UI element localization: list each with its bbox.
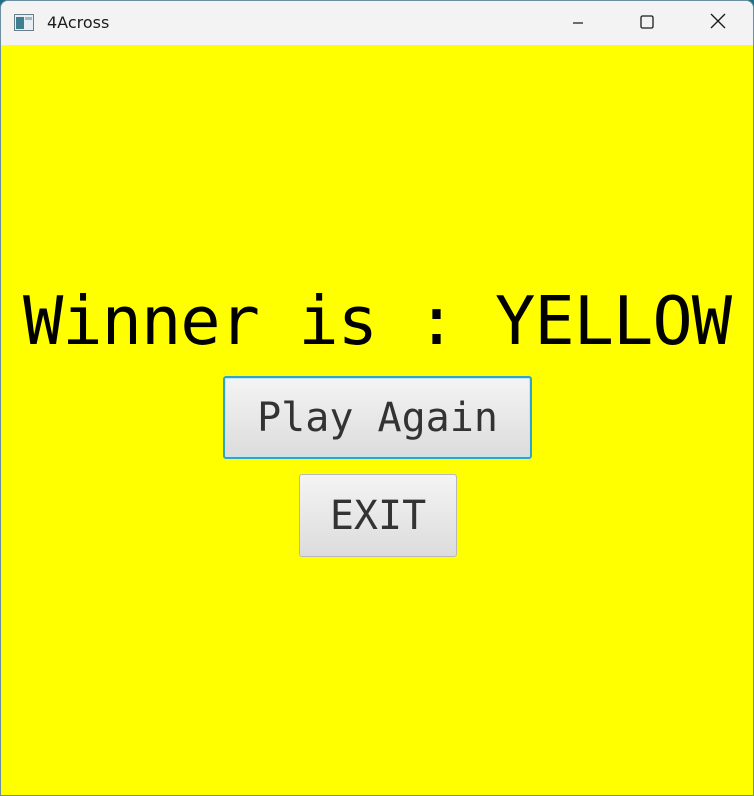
maximize-icon [640, 14, 654, 33]
app-window: 4Across Winner is : YELLOW Play Again EX… [0, 0, 754, 796]
app-icon [14, 14, 34, 31]
exit-button[interactable]: EXIT [299, 474, 457, 557]
title-bar[interactable]: 4Across [1, 1, 753, 45]
minimize-icon [572, 14, 584, 33]
close-button[interactable] [695, 1, 741, 45]
window-title: 4Across [47, 13, 110, 32]
close-icon [710, 13, 726, 33]
game-over-panel: Winner is : YELLOW Play Again EXIT [1, 45, 753, 795]
minimize-button[interactable] [555, 1, 601, 45]
maximize-button[interactable] [624, 1, 670, 45]
play-again-button[interactable]: Play Again [223, 376, 532, 459]
winner-message: Winner is : YELLOW [22, 282, 732, 360]
